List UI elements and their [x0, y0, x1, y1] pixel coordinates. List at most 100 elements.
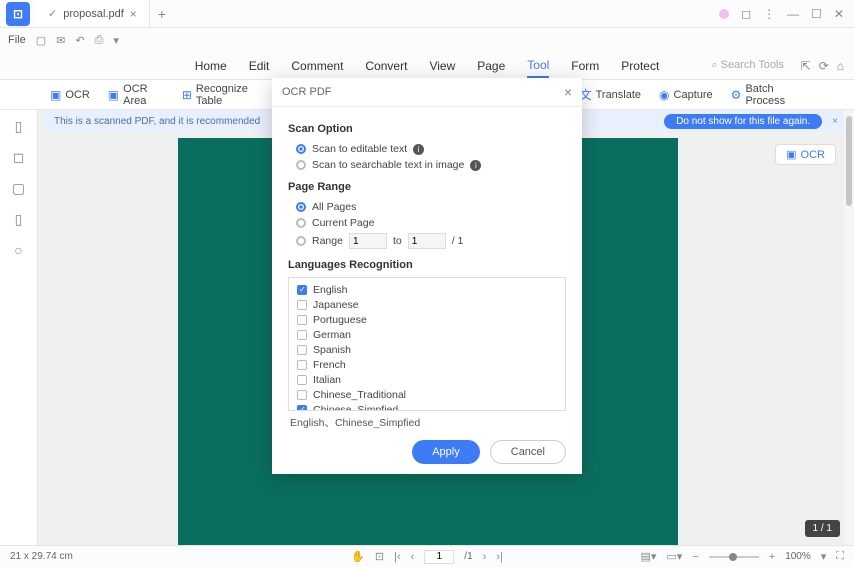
info-icon[interactable]: i — [413, 144, 424, 155]
batch-icon: ⚙ — [731, 88, 742, 102]
range-option[interactable]: Range to / 1 — [288, 231, 566, 251]
banner-close-icon[interactable]: × — [832, 116, 838, 127]
ocr-badge-icon: ▣ — [786, 148, 796, 161]
menu-form[interactable]: Form — [571, 55, 599, 77]
tool-translate[interactable]: 文Translate — [580, 86, 641, 103]
last-page-icon[interactable]: ›| — [496, 551, 503, 563]
chevron-down-icon[interactable]: ▾ — [821, 550, 827, 563]
checkbox-icon — [297, 345, 307, 355]
display-icon[interactable]: ▭▾ — [666, 550, 682, 563]
search-tools[interactable]: Search Tools — [711, 55, 784, 76]
save-icon[interactable]: ✉ — [56, 34, 65, 47]
undo-icon[interactable]: ↶ — [75, 34, 84, 47]
fullscreen-icon[interactable]: ⛶ — [836, 550, 844, 563]
checkbox-icon — [297, 300, 307, 310]
range-to-input[interactable] — [408, 233, 446, 249]
language-label: Portuguese — [313, 314, 367, 326]
minimize-icon[interactable]: — — [787, 7, 799, 21]
attachments-icon[interactable]: ▯ — [15, 211, 23, 228]
vertical-scrollbar[interactable] — [844, 110, 854, 545]
ocr-icon: ▣ — [50, 88, 61, 102]
first-page-icon[interactable]: |‹ — [394, 551, 401, 563]
comment-panel-icon[interactable]: ▢ — [12, 180, 25, 197]
theme-dot-icon[interactable] — [719, 9, 729, 19]
language-item[interactable]: Chinese_Simpfied — [289, 402, 565, 411]
cloud-icon[interactable]: ⟳ — [819, 55, 829, 77]
chevron-down-icon[interactable]: ▾ — [113, 34, 119, 47]
checkbox-icon — [297, 375, 307, 385]
share-icon[interactable]: ⇱ — [801, 55, 811, 77]
file-tab[interactable]: ✓ proposal.pdf × — [36, 0, 150, 27]
tool-capture[interactable]: ◉Capture — [659, 88, 713, 102]
language-item[interactable]: Spanish — [289, 342, 565, 357]
tool-ocr-area[interactable]: ▣OCR Area — [108, 83, 164, 107]
language-item[interactable]: Japanese — [289, 297, 565, 312]
language-item[interactable]: Chinese_Traditional — [289, 387, 565, 402]
maximize-icon[interactable]: ☐ — [811, 7, 822, 21]
language-item[interactable]: Italian — [289, 372, 565, 387]
statusbar: 21 x 29.74 cm ✋ ⊡ |‹ ‹ /1 › ›| ▤▾ ▭▾ − +… — [0, 545, 854, 567]
close-icon[interactable]: ✕ — [834, 7, 844, 21]
menu-view[interactable]: View — [429, 55, 455, 77]
file-menu[interactable]: File — [8, 34, 26, 46]
scrollbar-thumb[interactable] — [846, 116, 852, 206]
language-item[interactable]: Portuguese — [289, 312, 565, 327]
new-tab-button[interactable]: + — [150, 6, 174, 22]
apply-button[interactable]: Apply — [412, 440, 480, 464]
menu-page[interactable]: Page — [477, 55, 505, 77]
language-item[interactable]: English — [289, 282, 565, 297]
dialog-close-icon[interactable]: × — [564, 84, 572, 100]
ocr-badge[interactable]: ▣ OCR — [775, 144, 836, 165]
selected-languages: English、Chinese_Simpfied — [288, 411, 566, 430]
language-item[interactable]: French — [289, 357, 565, 372]
menu-home[interactable]: Home — [195, 55, 227, 77]
tool-batch[interactable]: ⚙Batch Process — [731, 83, 804, 107]
cancel-button[interactable]: Cancel — [490, 440, 566, 464]
scan-searchable-option[interactable]: Scan to searchable text in image i — [288, 157, 566, 173]
current-page-option[interactable]: Current Page — [288, 215, 566, 231]
search-panel-icon[interactable]: ○ — [14, 242, 22, 258]
language-label: German — [313, 329, 351, 341]
menu-edit[interactable]: Edit — [249, 55, 270, 77]
tab-close-icon[interactable]: × — [130, 7, 137, 21]
range-from-input[interactable] — [349, 233, 387, 249]
more-icon[interactable]: ⋮ — [763, 7, 775, 21]
banner-dont-show-button[interactable]: Do not show for this file again. — [664, 114, 822, 129]
view-mode-icon[interactable]: ▤▾ — [640, 550, 656, 563]
zoom-out-icon[interactable]: − — [692, 551, 698, 563]
tool-ocr[interactable]: ▣OCR — [50, 88, 90, 102]
dialog-header: OCR PDF × — [272, 78, 582, 107]
hand-tool-icon[interactable]: ✋ — [351, 550, 365, 563]
tool-recognize-table[interactable]: ⊞Recognize Table — [182, 83, 263, 107]
next-page-icon[interactable]: › — [483, 551, 487, 563]
titlebar: ⊡ ✓ proposal.pdf × + ◻ ⋮ — ☐ ✕ — [0, 0, 854, 28]
checkbox-icon — [297, 285, 307, 295]
ocr-dialog: OCR PDF × Scan Option Scan to editable t… — [272, 78, 582, 474]
home-icon[interactable]: ⌂ — [837, 55, 844, 77]
menu-comment[interactable]: Comment — [291, 55, 343, 77]
all-pages-option[interactable]: All Pages — [288, 199, 566, 215]
menu-tool[interactable]: Tool — [527, 54, 549, 78]
print-icon[interactable]: ⎙ — [95, 34, 104, 47]
notification-icon[interactable]: ◻ — [741, 7, 751, 21]
zoom-in-icon[interactable]: + — [769, 551, 775, 563]
open-icon[interactable]: ▢ — [36, 34, 46, 47]
menu-convert[interactable]: Convert — [365, 55, 407, 77]
scan-editable-option[interactable]: Scan to editable text i — [288, 141, 566, 157]
language-item[interactable]: German — [289, 327, 565, 342]
radio-icon — [296, 236, 306, 246]
zoom-slider[interactable] — [709, 556, 759, 558]
menu-protect[interactable]: Protect — [621, 55, 659, 77]
info-icon[interactable]: i — [470, 160, 481, 171]
thumbnails-icon[interactable]: ▯ — [15, 118, 23, 135]
radio-icon — [296, 144, 306, 154]
radio-icon — [296, 218, 306, 228]
bookmark-icon[interactable]: ◻ — [13, 149, 25, 166]
select-tool-icon[interactable]: ⊡ — [375, 550, 384, 563]
prev-page-icon[interactable]: ‹ — [411, 551, 415, 563]
radio-icon — [296, 160, 306, 170]
zoom-value: 100% — [785, 551, 811, 562]
page-input[interactable] — [424, 550, 454, 564]
language-label: English — [313, 284, 347, 296]
languages-list[interactable]: EnglishJapanese Portuguese GermanSpanishFr… — [288, 277, 566, 411]
